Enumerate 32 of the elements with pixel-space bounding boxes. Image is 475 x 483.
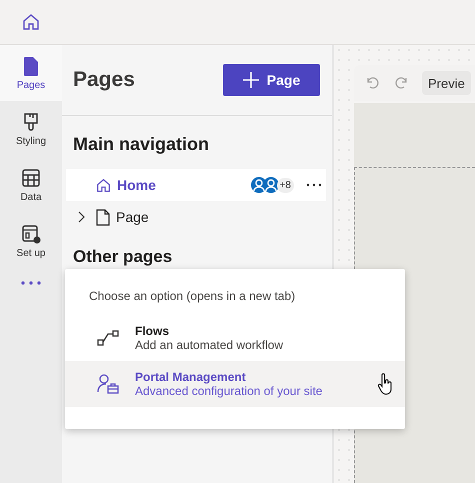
more-icon[interactable]	[21, 281, 41, 285]
rail-tab[interactable]: Data	[0, 157, 62, 213]
pointer-cursor-icon	[377, 373, 393, 395]
data-icon	[20, 167, 42, 189]
nav-item[interactable]: Page	[66, 201, 326, 233]
option-description: Add an automated workflow	[135, 338, 284, 352]
option-title: Portal Management	[135, 370, 247, 384]
more-icon[interactable]	[306, 183, 322, 187]
home-icon	[96, 178, 111, 192]
preview-button[interactable]: Previe	[422, 71, 471, 95]
menu-option[interactable]: Flows Add an automated workflow	[65, 315, 405, 361]
menu-prompt: Choose an option (opens in a new tab)	[88, 288, 296, 305]
rail-tab[interactable]: Pages	[0, 45, 62, 101]
flow-icon	[97, 329, 119, 347]
rail-tab[interactable]: Set up	[0, 213, 62, 269]
setup-icon	[20, 223, 42, 245]
rail-tab[interactable]: Styling	[0, 101, 62, 157]
user-briefcase-icon	[97, 374, 119, 394]
panel-title: Pages	[73, 68, 135, 92]
chevron-icon[interactable]	[77, 211, 85, 223]
section-heading: Main navigation	[72, 133, 210, 156]
home-icon[interactable]	[22, 13, 40, 31]
option-description: Advanced configuration of your site	[135, 384, 324, 398]
nav-item[interactable]: Home +8	[66, 169, 326, 201]
add-page-button[interactable]: Page	[223, 64, 320, 96]
menu-option[interactable]: Portal Management Advanced configuration of your site	[65, 361, 405, 407]
document-icon	[96, 208, 110, 226]
plus-icon	[242, 72, 259, 88]
option-title: Flows	[135, 324, 170, 338]
extra-count: +8	[276, 178, 294, 192]
avatar-icon	[262, 177, 279, 193]
section-heading: Other pages	[72, 246, 174, 267]
